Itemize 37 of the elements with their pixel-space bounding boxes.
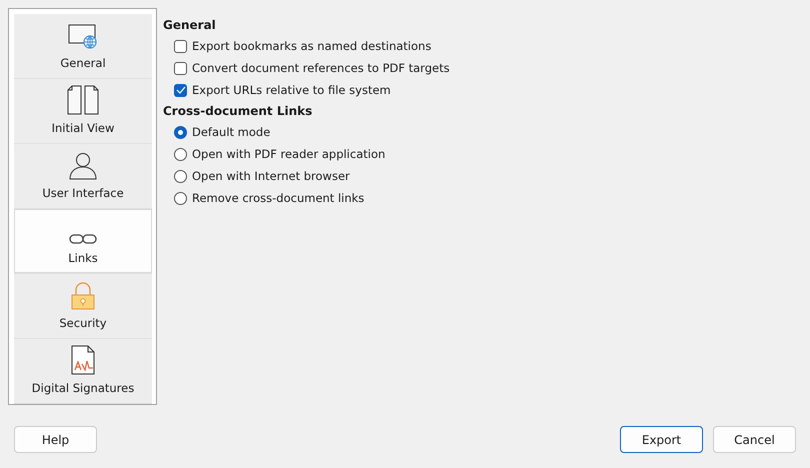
sidebar-item[interactable]: General (14, 14, 152, 79)
section-heading: General (163, 17, 217, 34)
sidebar-item-label: Digital Signatures (32, 381, 134, 395)
option-label: Export bookmarks as named destinations (192, 39, 432, 53)
radio-button[interactable] (174, 126, 187, 138)
option-label: Export URLs relative to file system (192, 83, 391, 97)
option-label: Open with Internet browser (192, 169, 350, 183)
dialog-button[interactable]: Help (14, 426, 97, 453)
sidebar-item-label: General (60, 56, 106, 70)
checkbox[interactable] (174, 40, 187, 52)
padlock-icon (71, 282, 95, 310)
sidebar-item[interactable]: User Interface (14, 144, 152, 209)
sidebar-item[interactable]: Links (14, 209, 152, 274)
checkbox[interactable] (174, 84, 187, 96)
option-label: Open with PDF reader application (192, 147, 386, 161)
option-label: Default mode (192, 125, 270, 139)
sidebar-item[interactable]: Security (14, 274, 152, 339)
option-label: Remove cross-document links (192, 191, 364, 205)
sidebar-item[interactable]: Initial View (14, 79, 152, 144)
radio-button[interactable] (174, 170, 187, 182)
user-icon (69, 152, 97, 180)
sidebar-item-label: User Interface (42, 186, 124, 200)
radio-button[interactable] (174, 148, 187, 160)
pages-icon (67, 85, 99, 115)
sidebar-item[interactable]: Digital Signatures (14, 339, 152, 404)
dialog-button[interactable]: Cancel (713, 426, 796, 453)
option-label: Convert document references to PDF targets (192, 61, 450, 75)
radio-button[interactable] (174, 192, 187, 204)
checkbox[interactable] (174, 62, 187, 74)
section-heading: Cross-document Links (163, 103, 314, 120)
sidebar-item-label: Initial View (52, 121, 114, 135)
sidebar-item-label: Security (59, 316, 107, 330)
monitor-globe-icon (68, 24, 98, 50)
sidebar-item-label: Links (68, 251, 98, 265)
default-button[interactable]: Export (620, 426, 703, 453)
signed-document-icon (71, 345, 95, 375)
link-icon (69, 233, 97, 245)
